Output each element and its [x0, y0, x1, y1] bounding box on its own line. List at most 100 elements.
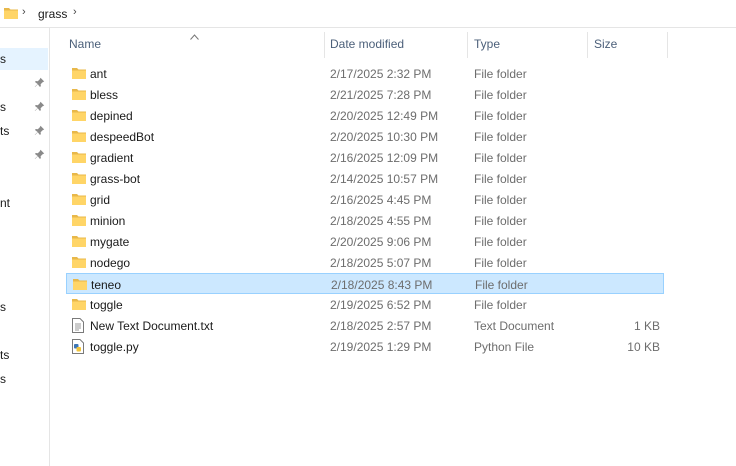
folder-icon [71, 192, 87, 209]
file-date-modified: 2/14/2025 10:57 PM [330, 172, 439, 186]
folder-icon [71, 108, 87, 125]
file-date-modified: 2/20/2025 12:49 PM [330, 109, 439, 123]
file-type: File folder [474, 172, 527, 186]
file-date-modified: 2/16/2025 4:45 PM [330, 193, 432, 207]
nav-item-label: nt [0, 196, 11, 210]
file-row[interactable]: despeedBot 2/20/2025 10:30 PM File folder [66, 126, 664, 147]
file-row[interactable]: mygate 2/20/2025 9:06 PM File folder [66, 231, 664, 252]
column-divider[interactable] [324, 32, 325, 58]
nav-item[interactable]: s [0, 96, 48, 118]
file-name: despeedBot [90, 130, 155, 144]
file-date-modified: 2/20/2025 9:06 PM [330, 235, 432, 249]
file-name: mygate [90, 235, 130, 249]
folder-icon [71, 213, 87, 230]
nav-item[interactable]: s [0, 48, 48, 70]
file-row[interactable]: toggle.py 2/19/2025 1:29 PM Python File 10 … [66, 336, 664, 357]
file-row[interactable]: minion 2/18/2025 4:55 PM File folder [66, 210, 664, 231]
folder-icon [71, 297, 87, 314]
nav-item[interactable]: ts [0, 344, 48, 366]
folder-icon [71, 171, 87, 188]
file-row[interactable]: New Text Document.txt 2/18/2025 2:57 PM Te… [66, 315, 664, 336]
file-date-modified: 2/19/2025 6:52 PM [330, 298, 432, 312]
file-name: ant [90, 67, 107, 81]
file-type: File folder [474, 109, 527, 123]
python-file-icon [71, 339, 85, 357]
file-row[interactable]: teneo 2/18/2025 8:43 PM File folder [66, 273, 664, 294]
column-date-modified[interactable]: Date modified [330, 28, 404, 60]
nav-item-label: s [0, 100, 6, 114]
file-type: File folder [474, 256, 527, 270]
navigation-pane[interactable]: s s ts nt s ts s [0, 28, 50, 466]
address-bar[interactable]: › grass › [0, 0, 736, 28]
file-date-modified: 2/18/2025 4:55 PM [330, 214, 432, 228]
nav-item[interactable]: nt [0, 192, 48, 214]
file-name: gradient [90, 151, 134, 165]
file-type: File folder [474, 214, 527, 228]
chevron-right-icon[interactable]: › [22, 6, 26, 18]
folder-icon [71, 255, 87, 272]
folder-icon [71, 66, 87, 83]
column-type[interactable]: Type [474, 28, 500, 60]
file-row[interactable]: bless 2/21/2025 7:28 PM File folder [66, 84, 664, 105]
file-date-modified: 2/19/2025 1:29 PM [330, 340, 432, 354]
file-row[interactable]: nodego 2/18/2025 5:07 PM File folder [66, 252, 664, 273]
nav-item[interactable]: s [0, 368, 48, 390]
file-row[interactable]: grid 2/16/2025 4:45 PM File folder [66, 189, 664, 210]
pin-icon [34, 125, 45, 139]
file-type: File folder [474, 67, 527, 81]
file-date-modified: 2/17/2025 2:32 PM [330, 67, 432, 81]
file-type: File folder [474, 298, 527, 312]
file-name: grid [90, 193, 111, 207]
column-header: Name Date modified Type Size [60, 28, 736, 60]
file-date-modified: 2/20/2025 10:30 PM [330, 130, 439, 144]
nav-item[interactable]: ts [0, 120, 48, 142]
nav-item-label: ts [0, 124, 10, 138]
nav-item-label: ts [0, 348, 10, 362]
file-date-modified: 2/18/2025 8:43 PM [331, 278, 433, 292]
column-divider[interactable] [667, 32, 668, 58]
file-size: 1 KB [633, 319, 660, 333]
folder-icon [72, 277, 88, 294]
file-name: grass-bot [90, 172, 141, 186]
file-date-modified: 2/18/2025 2:57 PM [330, 319, 432, 333]
folder-icon [71, 129, 87, 146]
file-type: File folder [475, 278, 528, 292]
chevron-right-icon[interactable]: › [73, 6, 77, 18]
file-name: teneo [91, 278, 122, 292]
nav-item-label: s [0, 52, 6, 66]
file-date-modified: 2/18/2025 5:07 PM [330, 256, 432, 270]
folder-icon [3, 6, 19, 23]
file-row[interactable]: toggle 2/19/2025 6:52 PM File folder [66, 294, 664, 315]
file-name: bless [90, 88, 119, 102]
column-divider[interactable] [587, 32, 588, 58]
pin-icon [34, 101, 45, 115]
nav-item[interactable] [0, 72, 48, 94]
file-type: Text Document [474, 319, 555, 333]
file-name: nodego [90, 256, 131, 270]
file-name: toggle.py [90, 340, 139, 354]
nav-item-label: s [0, 372, 6, 386]
file-row[interactable]: grass-bot 2/14/2025 10:57 PM File folder [66, 168, 664, 189]
file-type: Python File [474, 340, 535, 354]
file-type: File folder [474, 151, 527, 165]
file-row[interactable]: depined 2/20/2025 12:49 PM File folder [66, 105, 664, 126]
column-divider[interactable] [467, 32, 468, 58]
file-type: File folder [474, 88, 527, 102]
file-size: 10 KB [627, 340, 660, 354]
nav-item[interactable]: s [0, 296, 48, 318]
file-name: toggle [90, 298, 123, 312]
nav-item[interactable] [0, 144, 48, 166]
file-row[interactable]: ant 2/17/2025 2:32 PM File folder [66, 63, 664, 84]
nav-item-label: s [0, 300, 6, 314]
file-row[interactable]: gradient 2/16/2025 12:09 PM File folder [66, 147, 664, 168]
text-file-icon [71, 318, 85, 336]
file-name: minion [90, 214, 126, 228]
sort-ascending-icon [190, 29, 199, 43]
file-date-modified: 2/21/2025 7:28 PM [330, 88, 432, 102]
folder-icon [71, 234, 87, 251]
folder-icon [71, 87, 87, 104]
column-name[interactable]: Name [69, 28, 101, 60]
file-type: File folder [474, 235, 527, 249]
breadcrumb-item[interactable]: grass [38, 7, 67, 21]
column-size[interactable]: Size [594, 28, 617, 60]
